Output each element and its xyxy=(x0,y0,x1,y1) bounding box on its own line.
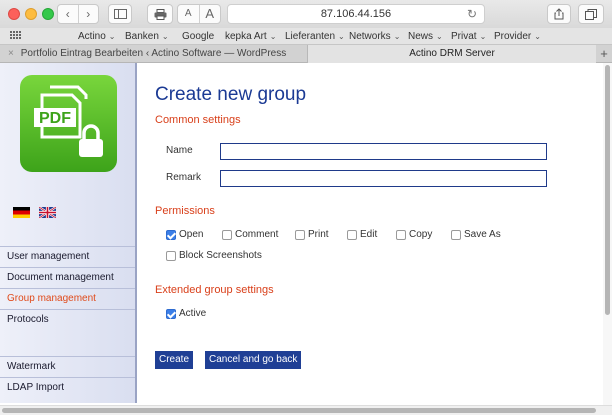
favorite-kepka-art[interactable]: kepka Art ⌄ xyxy=(225,31,276,42)
favorites-bar: Actino ⌄ Banken ⌄ Google kepka Art ⌄ Liefer… xyxy=(0,28,612,45)
sidebar-icon xyxy=(113,9,127,19)
nav-watermark[interactable]: Watermark xyxy=(0,356,135,377)
sidebar-toggle-button[interactable] xyxy=(108,4,132,24)
text-larger-button[interactable]: A xyxy=(198,5,221,23)
url-text: 87.106.44.156 xyxy=(320,8,392,20)
common-settings-heading: Common settings xyxy=(155,114,241,126)
favorite-actino[interactable]: Actino ⌄ xyxy=(78,31,116,42)
remark-input[interactable] xyxy=(220,170,547,187)
chevron-down-icon: ⌄ xyxy=(393,32,401,41)
permission-open-checkbox[interactable]: Open xyxy=(166,229,203,240)
browser-toolbar: ‹ › A A 87.106.44.156 ↻ xyxy=(0,0,612,28)
nav-ldap-import[interactable]: LDAP Import xyxy=(0,377,135,398)
english-flag-button[interactable] xyxy=(39,207,56,218)
tab-bar: × Portfolio Eintrag Bearbeiten ‹ Actino … xyxy=(0,45,612,63)
chevron-down-icon: ⌄ xyxy=(108,32,116,41)
horizontal-scrollbar[interactable] xyxy=(0,405,612,415)
checkbox-icon xyxy=(222,229,232,240)
favorite-privat[interactable]: Privat ⌄ xyxy=(451,31,486,42)
permission-print-checkbox[interactable]: Print xyxy=(295,229,329,240)
chevron-down-icon: ⌄ xyxy=(338,32,345,41)
print-button[interactable] xyxy=(147,4,173,24)
checkbox-checked-icon xyxy=(166,229,176,240)
address-bar[interactable]: 87.106.44.156 ↻ xyxy=(227,4,485,24)
favorite-banken[interactable]: Banken ⌄ xyxy=(125,31,169,42)
create-button[interactable]: Create xyxy=(155,351,194,369)
chevron-down-icon: ⌄ xyxy=(534,32,541,41)
text-size-control: A A xyxy=(177,4,221,24)
german-flag-button[interactable] xyxy=(13,207,30,218)
tab-actino-drm[interactable]: Actino DRM Server xyxy=(308,45,596,63)
printer-icon xyxy=(154,9,166,20)
favorite-provider[interactable]: Provider ⌄ xyxy=(494,31,541,42)
share-icon xyxy=(554,8,564,20)
share-button[interactable] xyxy=(547,4,571,24)
permission-copy-checkbox[interactable]: Copy xyxy=(396,229,432,240)
zoom-window-button[interactable] xyxy=(42,8,54,20)
new-tab-button[interactable]: + xyxy=(596,45,612,63)
tabs-icon xyxy=(585,9,597,20)
close-tab-icon[interactable]: × xyxy=(8,45,14,62)
permission-comment-checkbox[interactable]: Comment xyxy=(222,229,278,240)
checkbox-icon xyxy=(396,229,406,240)
reload-icon[interactable]: ↻ xyxy=(467,5,477,23)
checkbox-icon xyxy=(347,229,357,240)
chevron-down-icon: ⌄ xyxy=(269,32,277,41)
history-nav: ‹ › xyxy=(57,4,99,24)
page-title: Create new group xyxy=(155,84,307,105)
nav-protocols[interactable]: Protocols xyxy=(0,309,135,330)
cancel-button[interactable]: Cancel and go back xyxy=(205,351,302,369)
active-checkbox[interactable]: Active xyxy=(166,308,206,319)
permission-block-screenshots-checkbox[interactable]: Block Screenshots xyxy=(166,250,262,261)
favorite-google[interactable]: Google xyxy=(182,31,214,42)
checkbox-icon xyxy=(166,250,176,261)
pdf-lock-icon: PDF xyxy=(34,85,103,157)
extended-settings-heading: Extended group settings xyxy=(155,284,274,296)
name-input[interactable] xyxy=(220,143,547,160)
checkbox-checked-icon xyxy=(166,308,176,319)
nav-group-management[interactable]: Group management xyxy=(0,288,135,309)
name-label: Name xyxy=(166,145,193,156)
chevron-down-icon: ⌄ xyxy=(436,32,443,41)
checkbox-icon xyxy=(451,229,461,240)
grid-icon[interactable] xyxy=(10,31,22,41)
chevron-down-icon: ⌄ xyxy=(161,32,169,41)
checkbox-icon xyxy=(295,229,305,240)
favorite-networks[interactable]: Networks ⌄ xyxy=(349,31,400,42)
remark-label: Remark xyxy=(166,172,202,183)
close-window-button[interactable] xyxy=(8,8,20,20)
favorite-news[interactable]: News ⌄ xyxy=(408,31,443,42)
minimize-window-button[interactable] xyxy=(25,8,37,20)
permission-edit-checkbox[interactable]: Edit xyxy=(347,229,377,240)
nav-document-management[interactable]: Document management xyxy=(0,267,135,288)
svg-text:PDF: PDF xyxy=(39,110,71,127)
permission-save-as-checkbox[interactable]: Save As xyxy=(451,229,501,240)
nav-user-management[interactable]: User management xyxy=(0,246,135,267)
text-smaller-button[interactable]: A xyxy=(178,5,199,23)
sidebar: PDF User management Document management … xyxy=(0,63,137,403)
tab-overview-button[interactable] xyxy=(578,4,604,24)
pdf-lock-logo: PDF xyxy=(20,75,117,172)
web-page: PDF User management Document management … xyxy=(0,63,612,415)
forward-button[interactable]: › xyxy=(77,5,99,23)
permissions-heading: Permissions xyxy=(155,205,215,217)
favorite-lieferanten[interactable]: Lieferanten ⌄ xyxy=(285,31,345,42)
tab-wordpress[interactable]: × Portfolio Eintrag Bearbeiten ‹ Actino … xyxy=(0,45,308,63)
vertical-scrollbar[interactable] xyxy=(603,63,612,405)
chevron-down-icon: ⌄ xyxy=(479,32,487,41)
back-button[interactable]: ‹ xyxy=(58,5,78,23)
